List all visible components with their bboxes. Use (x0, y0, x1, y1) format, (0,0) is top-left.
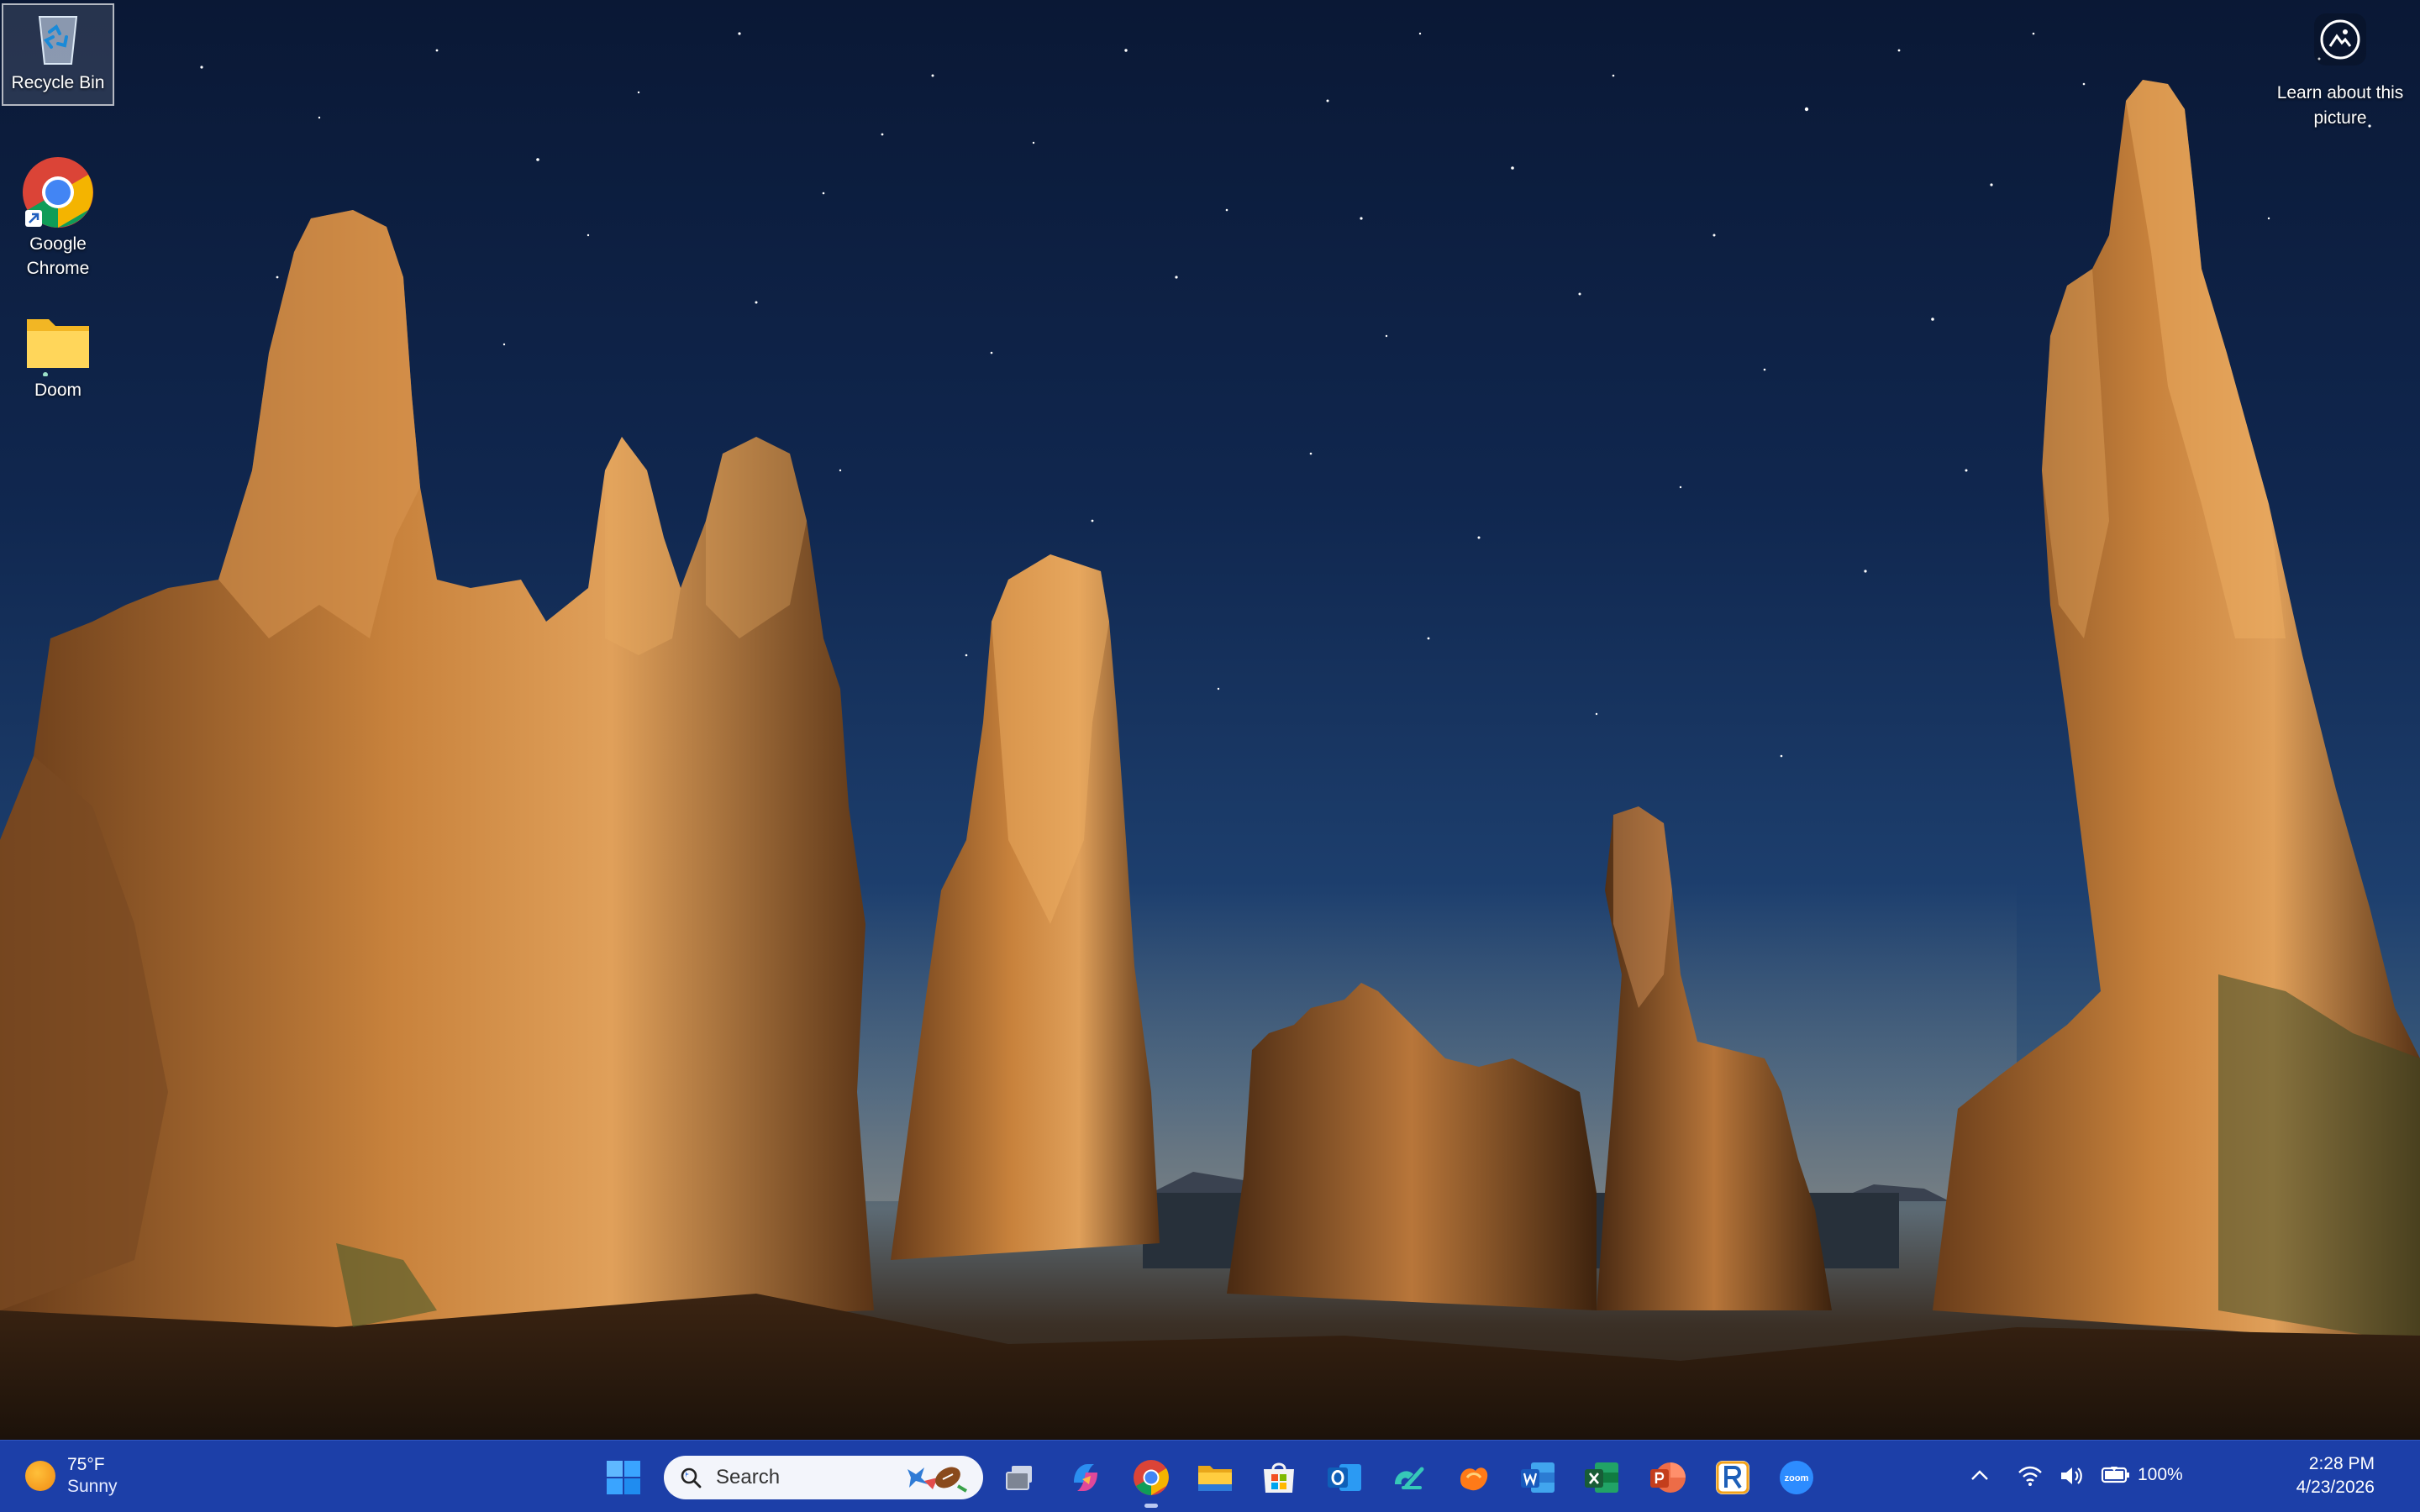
excel-icon (1585, 1462, 1618, 1493)
desktop-icon-recycle-bin[interactable]: Recycle Bin (2, 3, 114, 106)
left-tufa-cluster (0, 210, 874, 1344)
clock[interactable]: 2:28 PM 4/23/2026 (2296, 1452, 2375, 1499)
excel-button[interactable] (1581, 1457, 1622, 1498)
chrome-taskbar-button[interactable] (1131, 1457, 1171, 1508)
recycle-bin-icon (28, 8, 88, 69)
weather-widget[interactable]: 75°F Sunny (25, 1454, 118, 1498)
wifi-icon[interactable] (2017, 1464, 2044, 1492)
r-app-button[interactable] (1712, 1457, 1753, 1498)
orange-app-icon (1460, 1467, 1488, 1491)
weather-condition: Sunny (67, 1477, 118, 1496)
taskbar-search-box[interactable]: Search (664, 1456, 983, 1499)
file-explorer-icon (1198, 1466, 1232, 1491)
clock-date: 4/23/2026 (2296, 1478, 2375, 1497)
chrome-icon (20, 155, 96, 230)
word-icon (1521, 1462, 1555, 1493)
desktop-icon-google-chrome[interactable]: Google Chrome (2, 155, 114, 281)
zoom-label: zoom (1785, 1473, 1809, 1483)
file-explorer-button[interactable] (1195, 1457, 1235, 1498)
desktop-icon-label: Doom (34, 381, 82, 400)
outlook-icon (1328, 1464, 1361, 1491)
task-view-icon (1006, 1466, 1032, 1490)
windows-icon (607, 1461, 640, 1494)
teal-app-icon (1395, 1467, 1424, 1489)
word-button[interactable] (1518, 1457, 1558, 1498)
copilot-icon (1074, 1464, 1097, 1491)
zoom-icon: zoom (1780, 1461, 1813, 1494)
learn-about-picture[interactable]: Learn about this picture (2269, 8, 2412, 131)
desktop-icon-doom[interactable]: Doom (2, 312, 114, 402)
system-tray: 100% 2:28 PM 4/23/2026 (1949, 1441, 2420, 1512)
store-icon (1264, 1462, 1294, 1493)
desktop-icon-label: Google Chrome (26, 234, 90, 278)
powerpoint-icon (1650, 1462, 1686, 1493)
volume-icon[interactable] (2059, 1464, 2084, 1492)
search-icon (679, 1466, 702, 1489)
teal-app-button[interactable] (1388, 1457, 1428, 1498)
powerpoint-button[interactable] (1647, 1457, 1687, 1498)
copilot-button[interactable] (1065, 1457, 1106, 1498)
learn-about-label: Learn about this picture (2276, 83, 2404, 128)
task-view-button[interactable] (1000, 1457, 1040, 1498)
sun-icon (25, 1461, 55, 1491)
orange-app-button[interactable] (1454, 1457, 1494, 1498)
clock-time: 2:28 PM (2308, 1454, 2375, 1473)
folder-icon (20, 312, 96, 377)
tufa-towers-landscape (0, 32, 2420, 1440)
r-app-icon (1716, 1461, 1749, 1494)
battery-icon (2101, 1467, 2129, 1483)
right-tufa-spire (1933, 80, 2420, 1344)
start-button[interactable] (605, 1459, 642, 1496)
desktop-wallpaper (0, 0, 2420, 1440)
battery-percentage: 100% (2138, 1465, 2183, 1484)
weather-temperature: 75°F (67, 1455, 105, 1474)
search-placeholder: Search (716, 1466, 781, 1488)
desktop-icon-label: Recycle Bin (11, 73, 105, 92)
battery-indicator[interactable]: 100% (2101, 1464, 2183, 1486)
taskbar: 75°F Sunny Search zoom 100% 2:28 PM 4/23… (0, 1440, 2420, 1512)
zoom-button[interactable]: zoom (1776, 1457, 1817, 1498)
microsoft-store-button[interactable] (1259, 1457, 1299, 1498)
chrome-icon (1134, 1460, 1169, 1495)
camera-icon (2314, 13, 2366, 66)
search-highlight-football-icon (899, 1461, 970, 1494)
outlook-button[interactable] (1324, 1457, 1365, 1498)
show-hidden-icons-chevron-icon[interactable] (1968, 1466, 1991, 1490)
